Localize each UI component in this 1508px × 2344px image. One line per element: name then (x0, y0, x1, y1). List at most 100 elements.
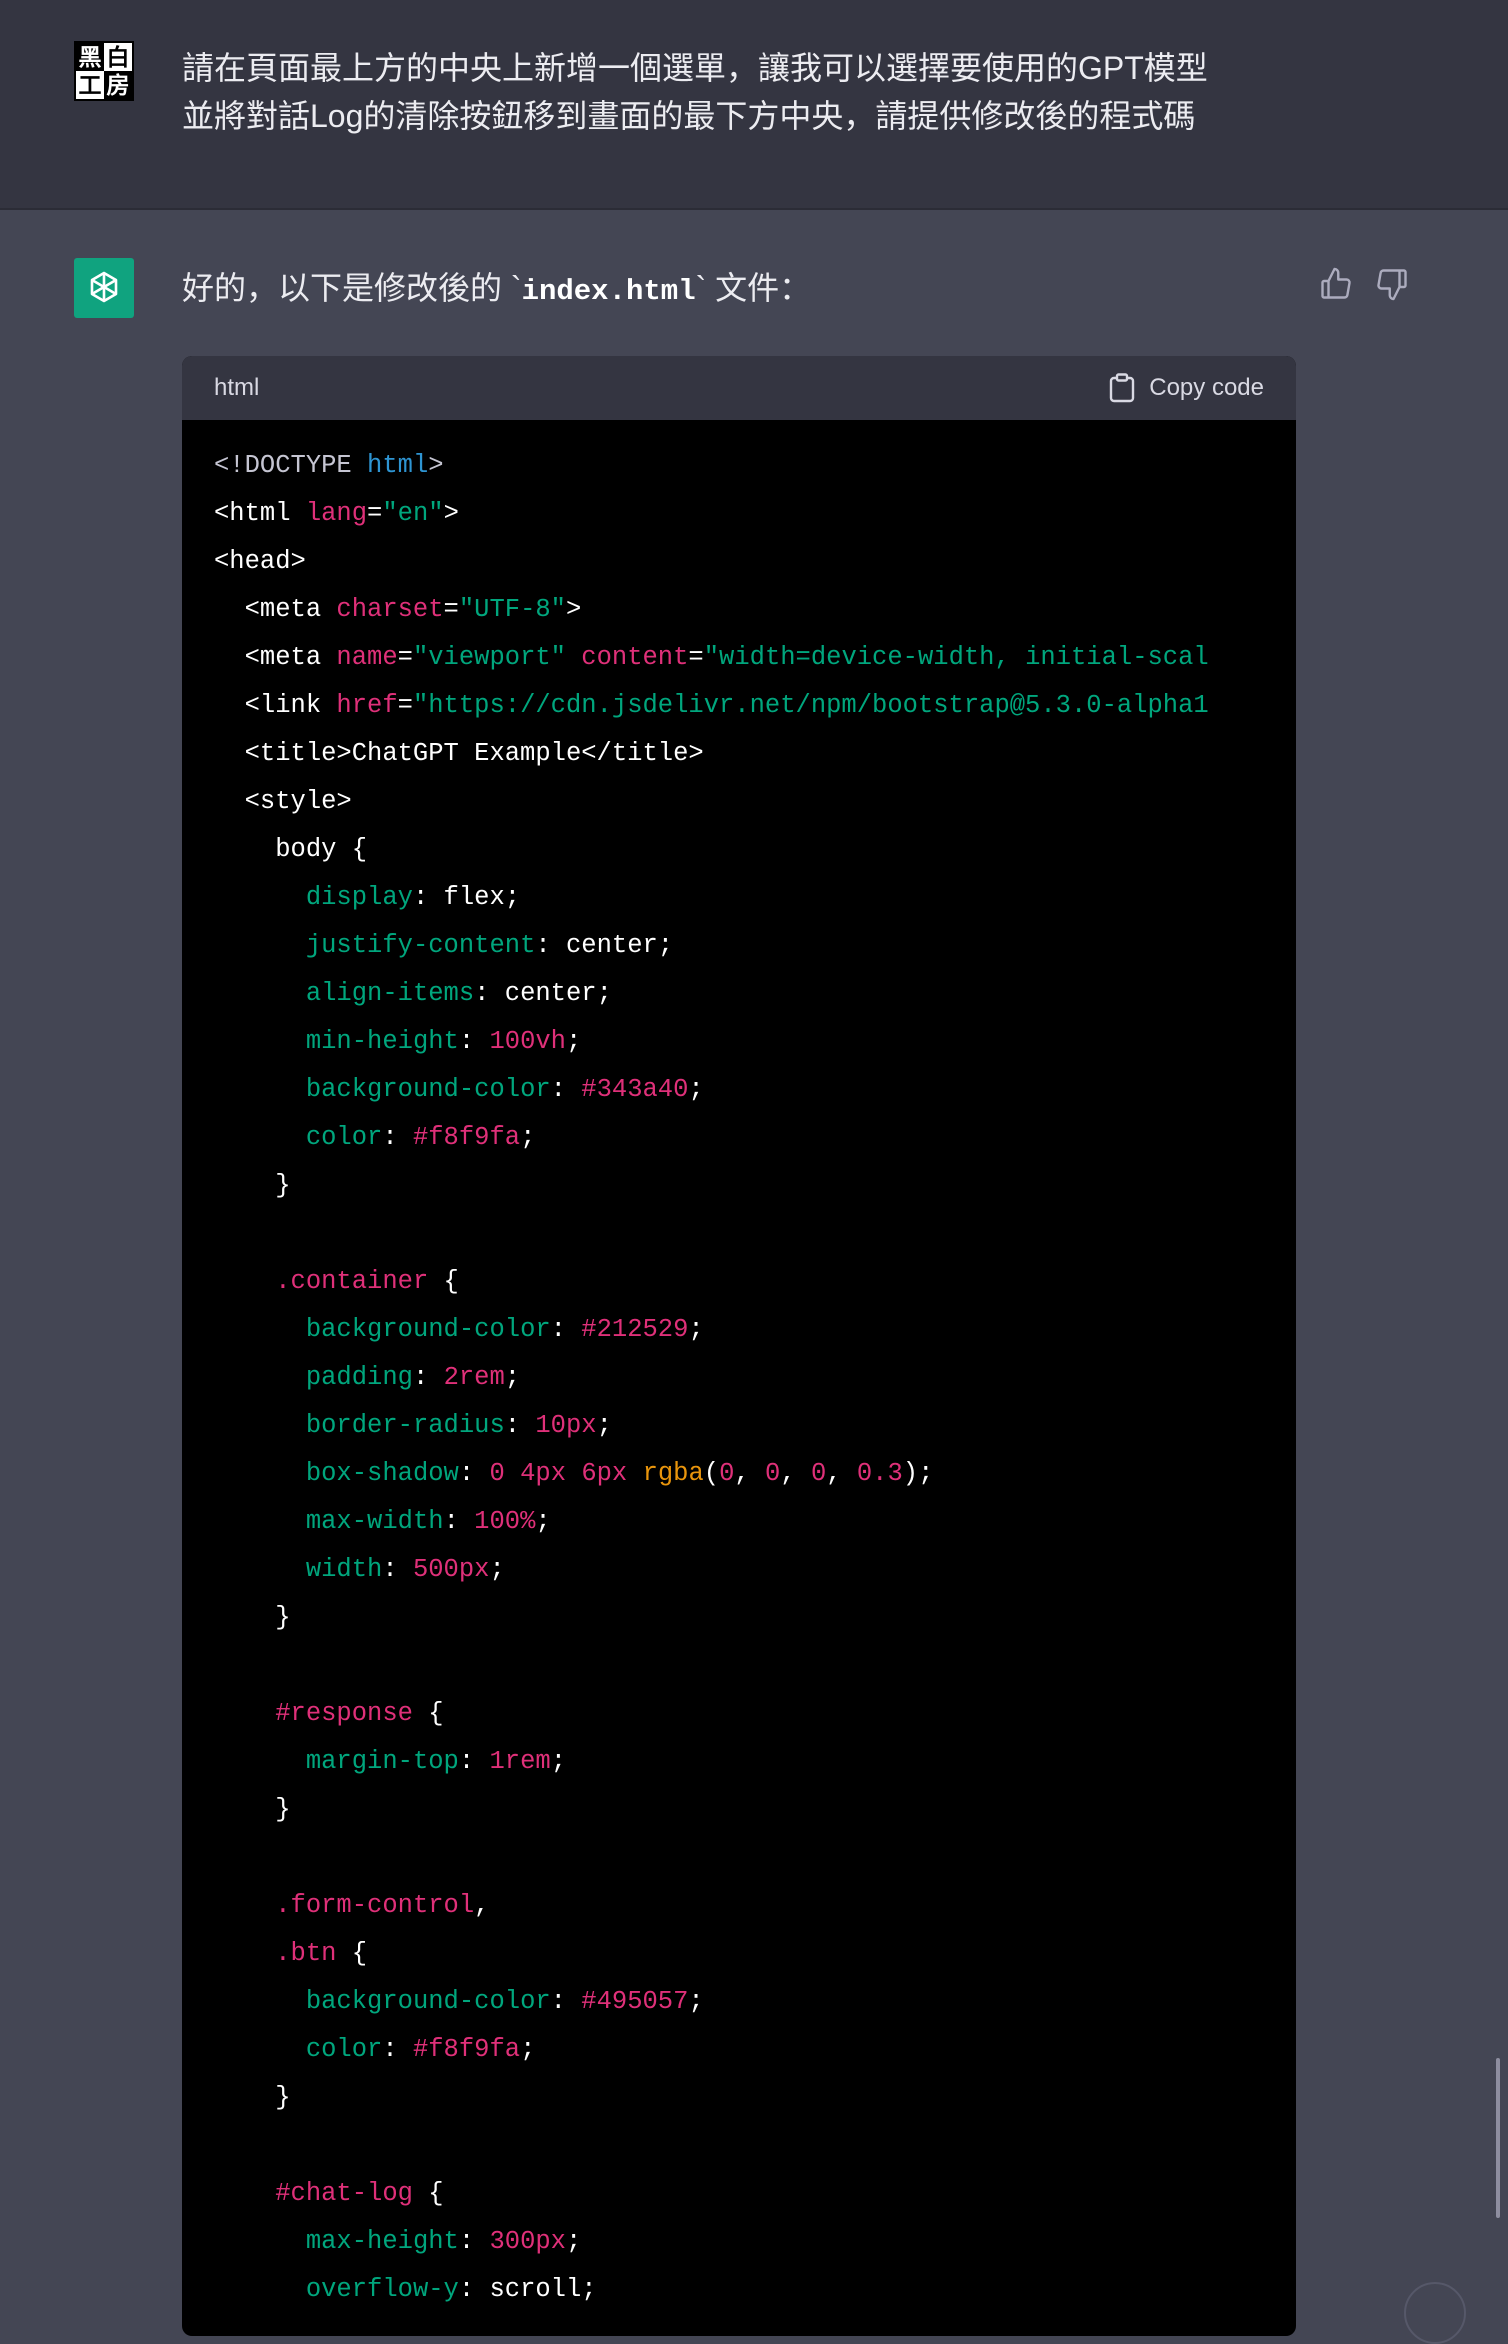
scrollbar-thumb[interactable] (1496, 2058, 1500, 2218)
code-line: color: #f8f9fa; (214, 2026, 1296, 2074)
code-line: background-color: #212529; (214, 1306, 1296, 1354)
code-token: , (826, 1459, 857, 1488)
code-token: display (305, 883, 413, 912)
avatar-char: 房 (104, 71, 132, 99)
code-token: ; (535, 1507, 551, 1536)
code-token: width (305, 1555, 383, 1584)
code-token: : (504, 1411, 536, 1440)
code-line: background-color: #495057; (214, 1978, 1296, 2026)
code-token: > (428, 451, 444, 480)
code-token: : (550, 1987, 582, 2016)
code-block: html Copy code <!DOCTYPE html> <html lang… (182, 356, 1296, 2336)
code-line: overflow-y: scroll; (214, 2266, 1296, 2314)
code-line: } (214, 1162, 1296, 1210)
code-token: : (550, 1075, 582, 1104)
code-token: background-color (305, 1075, 551, 1104)
code-line: <meta name="viewport" content="width=dev… (214, 634, 1296, 682)
code-line: max-width: 100%; (214, 1498, 1296, 1546)
code-token: #f8f9fa (412, 1123, 521, 1152)
code-token: > (443, 499, 459, 528)
thumbs-down-button[interactable] (1374, 266, 1410, 302)
code-token: html (367, 451, 429, 480)
code-line: .btn { (214, 1930, 1296, 1978)
code-token: 100% (474, 1507, 536, 1536)
code-token: 0 (765, 1459, 781, 1488)
code-line: min-height: 100vh; (214, 1018, 1296, 1066)
code-token: background-color (305, 1987, 551, 2016)
code-token: 100vh (489, 1027, 566, 1056)
code-token: <style> (214, 787, 352, 816)
code-token: : flex; (412, 883, 521, 912)
code-token: rgba (642, 1459, 704, 1488)
code-token: <html (214, 499, 306, 528)
code-line: <style> (214, 778, 1296, 826)
code-token: } (214, 1171, 291, 1200)
code-token: href (336, 691, 398, 720)
code-token: ; (596, 1411, 612, 1440)
code-token: box-shadow (305, 1459, 459, 1488)
code-token: min-height (305, 1027, 459, 1056)
code-token: { (412, 2179, 444, 2208)
thumbs-down-icon (1377, 269, 1407, 301)
code-token: color (305, 1123, 383, 1152)
code-token: 0 (810, 1459, 827, 1488)
code-token: 6px (581, 1459, 628, 1488)
code-token: : scroll; (458, 2275, 597, 2304)
code-token: <title>ChatGPT Example</title> (214, 739, 704, 768)
copy-code-button[interactable]: Copy code (1109, 373, 1264, 403)
code-token: ; (565, 1027, 582, 1056)
code-token: #495057 (581, 1987, 689, 2016)
code-token: padding (305, 1363, 413, 1392)
thumbs-up-button[interactable] (1318, 266, 1354, 302)
code-token: name (336, 643, 398, 672)
code-token: #f8f9fa (412, 2035, 521, 2064)
code-token: , (734, 1459, 766, 1488)
code-token: ; (520, 2035, 536, 2064)
code-token: align-items (305, 979, 475, 1008)
code-token: <meta (214, 595, 337, 624)
code-token: <link (214, 691, 337, 720)
chatgpt-logo-icon (74, 258, 134, 318)
code-token: { (428, 1267, 459, 1296)
code-token: margin-top (305, 1747, 459, 1776)
code-token: } (214, 1795, 291, 1824)
code-line: } (214, 2074, 1296, 2122)
code-token: #212529 (581, 1315, 689, 1344)
code-line: <link href="https://cdn.jsdelivr.net/npm… (214, 682, 1296, 730)
code-token: "viewport" (412, 643, 566, 672)
code-token: 2rem (443, 1363, 505, 1392)
code-token: ; (504, 1363, 521, 1392)
code-token: = (688, 643, 704, 672)
code-token: : center; (474, 979, 612, 1008)
code-token: : center; (535, 931, 674, 960)
user-avatar: 黑 白 工 房 (74, 41, 134, 101)
code-token: max-height (305, 2227, 459, 2256)
user-message-line: 請在頁面最上方的中央上新增一個選單，讓我可以選擇要使用的GPT模型 (182, 50, 1208, 86)
code-token: } (214, 2083, 291, 2112)
code-token: : (382, 1123, 413, 1152)
scroll-to-bottom-button[interactable] (1404, 2282, 1466, 2344)
openai-logo-icon (90, 271, 118, 303)
code-token: 1rem (489, 1747, 551, 1776)
code-line: } (214, 1786, 1296, 1834)
code-token: <!DOCTYPE (214, 451, 368, 480)
code-token: justify-content (305, 931, 536, 960)
code-token: charset (336, 595, 444, 624)
